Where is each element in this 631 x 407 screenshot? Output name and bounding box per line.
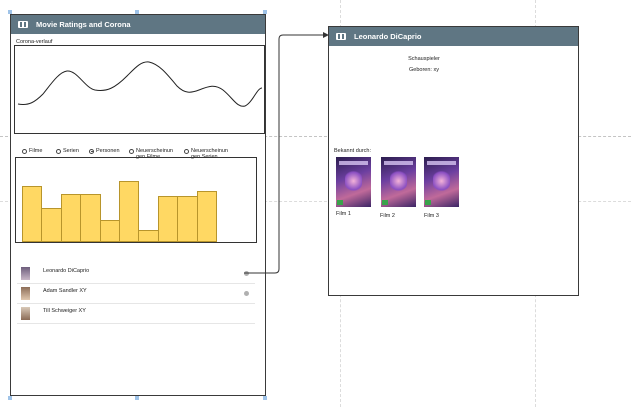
poster-title-band	[339, 161, 368, 165]
poster-title-band	[427, 161, 456, 165]
person-role: Schauspieler	[408, 56, 440, 62]
film-icon	[336, 33, 346, 40]
poster-figure	[433, 169, 450, 193]
film-poster[interactable]	[381, 157, 416, 207]
poster-title-band	[384, 161, 413, 165]
known-for-label: Bekannt durch:	[334, 148, 371, 154]
person-detail-panel: Leonardo DiCaprio Schauspieler Geboren: …	[328, 26, 579, 296]
film-label: Film 2	[380, 213, 395, 219]
poster-figure	[345, 169, 362, 193]
film-label: Film 3	[424, 213, 439, 219]
person-born: Geboren: xy	[409, 67, 439, 73]
panel-title: Leonardo DiCaprio	[354, 32, 422, 41]
panel-header: Leonardo DiCaprio	[329, 27, 578, 46]
poster-figure	[390, 169, 407, 193]
film-poster[interactable]	[336, 157, 371, 207]
film-poster[interactable]	[424, 157, 459, 207]
poster-rating-badge	[425, 200, 431, 205]
poster-rating-badge	[337, 200, 343, 205]
poster-rating-badge	[382, 200, 388, 205]
film-label: Film 1	[336, 211, 351, 217]
